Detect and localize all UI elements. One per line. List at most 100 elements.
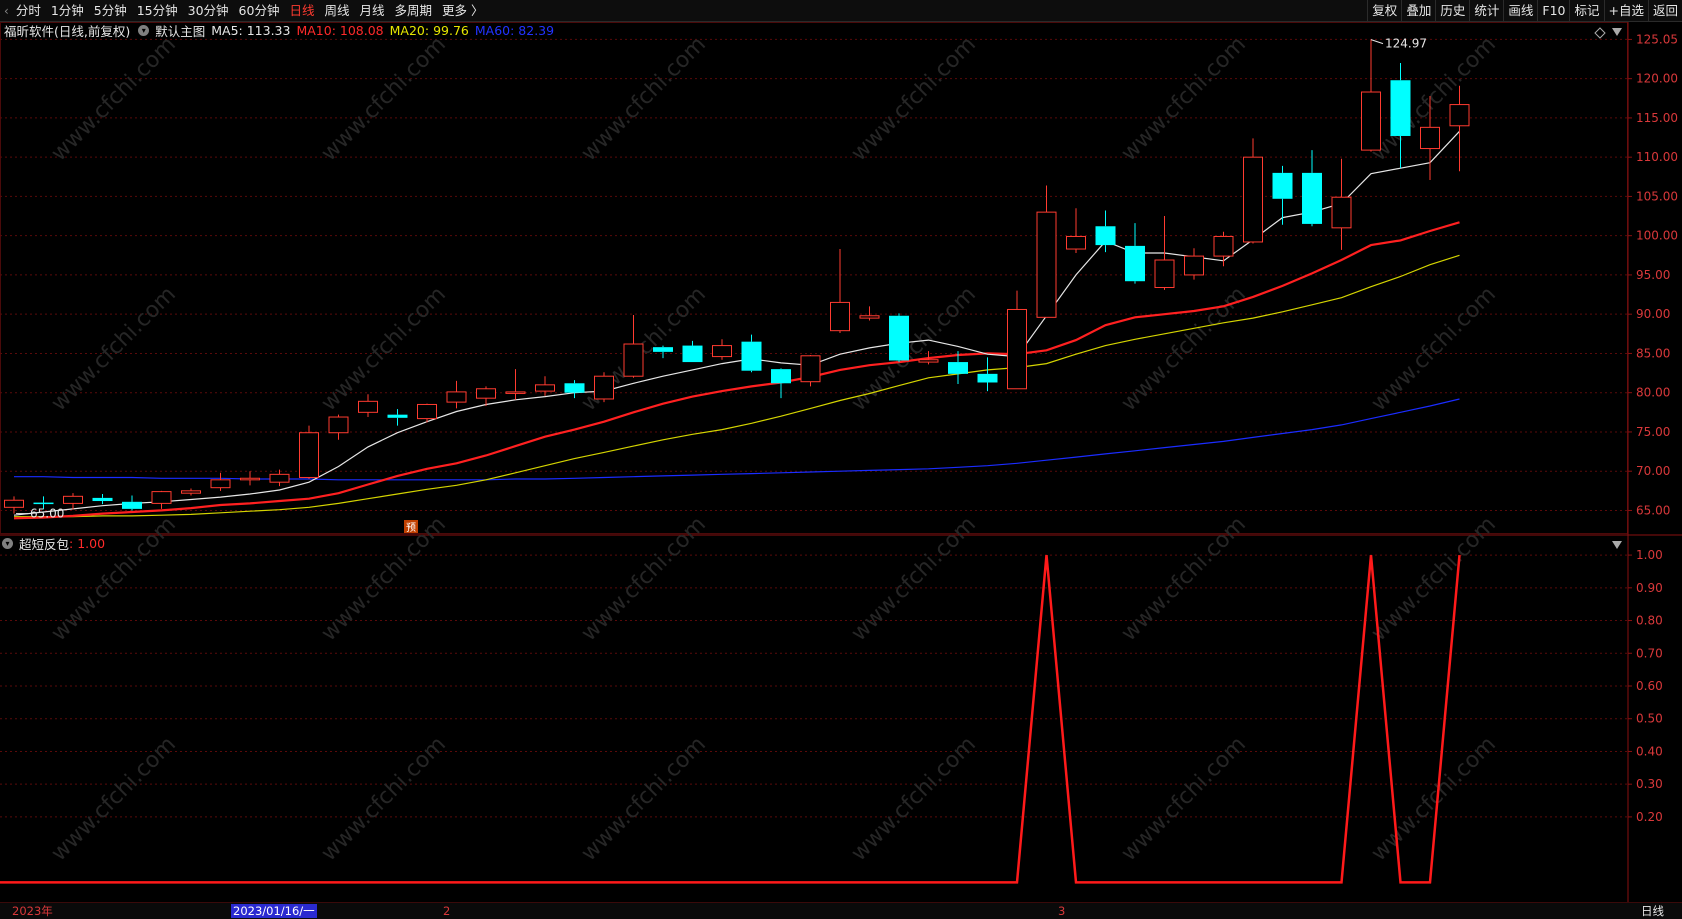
watermark-text: www.cfchi.com xyxy=(317,282,451,416)
candle-down xyxy=(771,369,791,384)
period-tab-7[interactable]: 周线 xyxy=(319,0,354,21)
toolbar-button-1[interactable]: 叠加 xyxy=(1401,0,1435,21)
diamond-icon xyxy=(1594,27,1606,39)
candle-up xyxy=(830,301,850,332)
watermark-text: www.cfchi.com xyxy=(47,282,181,416)
period-tab-5[interactable]: 60分钟 xyxy=(234,0,285,21)
forecast-marker-label: 预 xyxy=(406,522,416,534)
indicator-tick-label: 0.50 xyxy=(1636,712,1663,726)
candle-up xyxy=(1361,91,1381,151)
indicator-tick-label: 0.20 xyxy=(1636,810,1663,824)
candle-down xyxy=(682,345,703,363)
watermark-text: www.cfchi.com xyxy=(1117,282,1251,416)
price-tick-label: 65.00 xyxy=(1636,503,1670,517)
candle-up xyxy=(299,432,319,478)
function-toolbar: 复权 叠加 历史 统计 画线 F10 标记 +自选 返回 xyxy=(1367,0,1682,21)
candle-up xyxy=(1420,126,1440,150)
period-indicator[interactable]: 日线 xyxy=(1641,904,1664,918)
min-price-label: 65.00 xyxy=(30,507,64,521)
toolbar-button-8[interactable]: 返回 xyxy=(1647,0,1682,21)
toolbar-button-2[interactable]: 历史 xyxy=(1435,0,1469,21)
ma5-line xyxy=(13,130,1460,516)
toolbar-button-6[interactable]: 标记 xyxy=(1569,0,1603,21)
candle-up xyxy=(1036,211,1057,318)
ma60-line xyxy=(14,398,1460,481)
candle-up xyxy=(505,391,526,394)
watermark-text: www.cfchi.com xyxy=(1117,32,1251,166)
price-tick-label: 95.00 xyxy=(1636,268,1670,282)
price-tick-label: 110.00 xyxy=(1636,150,1678,164)
candle-up xyxy=(446,391,467,403)
candle-up xyxy=(1066,235,1086,250)
toolbar-button-3[interactable]: 统计 xyxy=(1469,0,1503,21)
candle-down xyxy=(1302,172,1322,224)
watermark-text: www.cfchi.com xyxy=(577,512,711,646)
year-label: 2023年 xyxy=(12,904,53,918)
cursor-date-label: 2023/01/16/一 xyxy=(231,904,317,918)
candle-up xyxy=(417,403,437,420)
watermark-text: www.cfchi.com xyxy=(1117,512,1251,646)
period-tab-1[interactable]: 1分钟 xyxy=(46,0,89,21)
toolbar-button-7[interactable]: +自选 xyxy=(1603,0,1648,21)
candle-down xyxy=(1095,226,1116,246)
candle-down xyxy=(33,502,54,505)
candle-up xyxy=(800,355,821,383)
toolbar-button-5[interactable]: F10 xyxy=(1537,0,1569,21)
candle-up xyxy=(535,384,555,392)
price-tick-label: 70.00 xyxy=(1636,464,1670,478)
candle-up xyxy=(1007,308,1027,390)
candle-down xyxy=(653,347,673,352)
period-tab-0[interactable]: 分时 xyxy=(11,0,46,21)
price-tick-label: 85.00 xyxy=(1636,346,1670,360)
chart-area[interactable]: 65.00 70.00 75.00 80.00 85.00 90.00 95.00 100.0… xyxy=(0,22,1682,902)
candle-up xyxy=(358,400,378,413)
scroll-left-icon[interactable]: ‹ xyxy=(2,4,11,18)
watermark-text: www.cfchi.com xyxy=(577,732,711,866)
watermark-text: www.cfchi.com xyxy=(47,32,181,166)
candle-down xyxy=(387,414,408,418)
indicator-tick-label: 0.80 xyxy=(1636,614,1663,628)
triangle-down-icon xyxy=(1612,541,1622,549)
candle-up xyxy=(269,473,290,483)
price-tick-label: 125.05 xyxy=(1636,32,1678,46)
candle-up xyxy=(1449,104,1470,127)
candle-down xyxy=(564,383,585,393)
watermark-text: www.cfchi.com xyxy=(1117,732,1251,866)
candle-up xyxy=(1243,156,1263,243)
candle-down xyxy=(92,497,113,502)
period-tab-2[interactable]: 5分钟 xyxy=(89,0,132,21)
period-tab-3[interactable]: 15分钟 xyxy=(132,0,183,21)
candle-up xyxy=(594,375,614,400)
watermark-text: www.cfchi.com xyxy=(317,32,451,166)
watermark-text: www.cfchi.com xyxy=(1367,512,1501,646)
period-tab-6[interactable]: 日线 xyxy=(284,0,319,21)
candle-up xyxy=(181,490,201,494)
period-toolbar: ‹ 分时 1分钟 5分钟 15分钟 30分钟 60分钟 日线 周线 月线 多周期 更多 〉 复权 叠加… xyxy=(0,0,1682,22)
candle-down xyxy=(1390,80,1411,136)
period-tab-8[interactable]: 月线 xyxy=(354,0,389,21)
period-tab-10[interactable]: 更多 〉 xyxy=(437,0,488,21)
candle-down xyxy=(1125,245,1145,282)
candle-down xyxy=(122,501,142,509)
period-tab-9[interactable]: 多周期 xyxy=(390,0,438,21)
month-label-mar: 3 xyxy=(1058,904,1066,918)
candle-up xyxy=(1331,196,1352,229)
toolbar-button-0[interactable]: 复权 xyxy=(1367,0,1401,21)
watermark-text: www.cfchi.com xyxy=(317,732,451,866)
indicator-tick-label: 0.70 xyxy=(1636,646,1663,660)
candle-up xyxy=(4,499,24,508)
price-tick-label: 115.00 xyxy=(1636,111,1678,125)
watermark-text: www.cfchi.com xyxy=(317,512,451,646)
price-tick-label: 80.00 xyxy=(1636,386,1670,400)
candle-up xyxy=(63,495,83,504)
candle-up xyxy=(240,477,260,481)
price-tick-label: 90.00 xyxy=(1636,307,1670,321)
toolbar-button-4[interactable]: 画线 xyxy=(1503,0,1537,21)
price-tick-label: 120.00 xyxy=(1636,72,1678,86)
period-tab-4[interactable]: 30分钟 xyxy=(183,0,234,21)
watermark-text: www.cfchi.com xyxy=(47,512,181,646)
max-price-pointer xyxy=(1370,39,1384,45)
candle-up xyxy=(476,388,496,399)
price-tick-label: 75.00 xyxy=(1636,425,1670,439)
indicator-tick-label: 0.90 xyxy=(1636,581,1663,595)
